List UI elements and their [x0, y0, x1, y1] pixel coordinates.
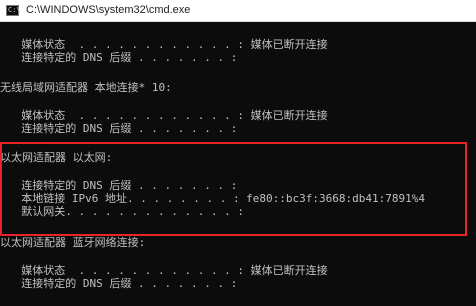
console-line-dns-suffix-1: 连接特定的 DNS 后缀 . . . . . . . :: [8, 51, 238, 64]
cmd-icon-glyph: C:\: [8, 6, 21, 14]
title-bar[interactable]: C:\ C:\WINDOWS\system32\cmd.exe: [0, 0, 476, 22]
console-output[interactable]: 媒体状态 . . . . . . . . . . . . : 媒体已断开连接 连…: [0, 22, 476, 306]
ethernet-highlight-box: [0, 142, 467, 236]
cmd-window: C:\ C:\WINDOWS\system32\cmd.exe 媒体状态 . .…: [0, 0, 476, 306]
window-title: C:\WINDOWS\system32\cmd.exe: [26, 4, 191, 16]
console-line-media-state-2: 媒体状态 . . . . . . . . . . . . : 媒体已断开连接: [8, 109, 328, 122]
console-line-bluetooth-adapter-header: 以太网适配器 蓝牙网络连接:: [0, 236, 146, 249]
console-line-dns-suffix-2: 连接特定的 DNS 后缀 . . . . . . . :: [8, 122, 238, 135]
console-line-wlan-adapter-header: 无线局域网适配器 本地连接* 10:: [0, 81, 172, 94]
console-line-dns-suffix-4: 连接特定的 DNS 后缀 . . . . . . . :: [8, 277, 238, 290]
console-line-media-state-3: 媒体状态 . . . . . . . . . . . . : 媒体已断开连接: [8, 264, 328, 277]
console-line-media-state-1: 媒体状态 . . . . . . . . . . . . : 媒体已断开连接: [8, 38, 328, 51]
cmd-icon: C:\: [6, 5, 21, 16]
